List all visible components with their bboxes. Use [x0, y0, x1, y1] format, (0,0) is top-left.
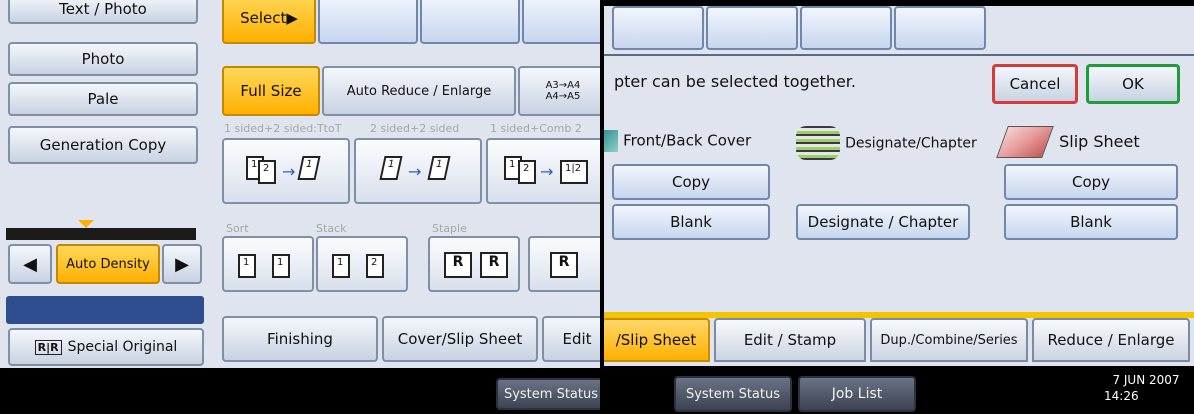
designate-chapter-button[interactable]: Designate / Chapter — [796, 204, 970, 240]
density-scale — [6, 220, 196, 240]
arrow-right-icon: → — [408, 162, 422, 181]
chapter-stack-icon — [796, 126, 840, 160]
combine-doc-icon: 1|2 — [560, 160, 588, 184]
stack-doc-icon: 1 — [332, 254, 350, 278]
single-sided-doc-icon: 2 — [518, 160, 536, 184]
density-darker-button[interactable]: ▶ — [162, 244, 202, 284]
duplex-1to2-button[interactable]: 1 2 → 1 — [222, 138, 350, 204]
stack-label: Stack — [316, 222, 347, 235]
slip-sheet-tab[interactable]: /Slip Sheet — [604, 318, 710, 362]
staple-right-button[interactable]: R — [528, 236, 600, 292]
front-back-cover-blank-button[interactable]: Blank — [612, 204, 770, 240]
instruction-text: pter can be selected together. — [614, 72, 856, 91]
finishing-tab[interactable]: Finishing — [222, 316, 378, 362]
top-tab-blank-1[interactable] — [612, 6, 704, 50]
triangle-right-icon: ▶ — [175, 253, 189, 275]
slip-sheet-blank-button[interactable]: Blank — [1004, 204, 1178, 240]
clock: 7 JUN 2007 14:26 — [1104, 372, 1188, 404]
job-list-button[interactable]: Job List — [798, 376, 916, 412]
sort-doc-icon: 1 — [272, 254, 290, 278]
date-text: 7 JUN 2007 — [1112, 373, 1180, 387]
dup-combine-series-tab[interactable]: Dup./Combine/Series — [870, 318, 1028, 362]
special-original-icon: R|R — [34, 339, 62, 355]
arrow-right-icon: → — [540, 162, 554, 181]
duplex-hint-3: 1 sided+Comb 2 — [490, 122, 582, 135]
front-back-cover-copy-button[interactable]: Copy — [612, 164, 770, 200]
sort-doc-icon: 1 — [238, 254, 256, 278]
blank-bar — [6, 296, 204, 324]
duplex-hint-1: 1 sided+2 sided:TtoT — [224, 122, 342, 135]
blank-top-button-3[interactable] — [522, 0, 600, 44]
density-marker-icon — [78, 220, 94, 228]
density-lighter-button[interactable]: ◀ — [8, 244, 52, 284]
blank-top-button-1[interactable] — [318, 0, 418, 44]
cancel-button[interactable]: Cancel — [992, 64, 1078, 104]
pale-button[interactable]: Pale — [8, 82, 198, 116]
reduce-enlarge-tab[interactable]: Reduce / Enlarge — [1032, 318, 1190, 362]
stack-doc-icon: 2 — [366, 254, 384, 278]
edit-stamp-tab[interactable]: Edit / Stamp — [714, 318, 866, 362]
right-panel: pter can be selected together. Cancel OK… — [604, 0, 1194, 414]
system-status-button[interactable]: System Status — [496, 378, 600, 410]
generation-copy-button[interactable]: Generation Copy — [8, 126, 198, 164]
full-size-button[interactable]: Full Size — [222, 66, 320, 116]
top-tab-blank-4[interactable] — [894, 6, 986, 50]
text-photo-button[interactable]: Text / Photo — [8, 0, 198, 24]
auto-density-button[interactable]: Auto Density — [56, 244, 160, 284]
select-button[interactable]: Select▶ — [222, 0, 316, 44]
slip-sheet-heading: Slip Sheet — [996, 126, 1140, 158]
staple-r-icon: R — [444, 252, 472, 278]
duplex-doc-icon: 1 — [427, 156, 451, 180]
top-tab-blank-3[interactable] — [800, 6, 892, 50]
cover-icon — [604, 130, 618, 152]
system-status-button[interactable]: System Status — [674, 376, 792, 412]
cover-slip-sheet-tab[interactable]: Cover/Slip Sheet — [382, 316, 538, 362]
header-rule — [604, 54, 1194, 56]
ok-button[interactable]: OK — [1086, 64, 1180, 104]
staple-r-icon: R — [550, 252, 578, 278]
slip-sheet-icon — [996, 126, 1054, 158]
staple-button[interactable]: R R — [428, 236, 520, 292]
edit-tab[interactable]: Edit — [542, 316, 600, 362]
sort-label: Sort — [226, 222, 249, 235]
stack-button[interactable]: 1 2 — [316, 236, 408, 292]
arrow-right-icon: → — [282, 162, 296, 181]
triangle-left-icon: ◀ — [23, 253, 37, 275]
duplex-doc-icon: 1 — [297, 156, 321, 180]
special-original-button[interactable]: R|R Special Original — [8, 328, 204, 366]
front-back-cover-heading: Front/Back Cover — [604, 130, 751, 152]
duplex-2to2-button[interactable]: 1 → 1 — [354, 138, 482, 204]
top-tab-blank-2[interactable] — [706, 6, 798, 50]
duplex-doc-icon: 1 — [379, 156, 403, 180]
designate-chapter-heading: Designate/Chapter — [796, 126, 977, 160]
blank-top-button-2[interactable] — [420, 0, 520, 44]
left-panel: Text / Photo Photo Pale Generation Copy … — [0, 0, 600, 414]
paper-size-button[interactable]: A3→A4 A4→A5 — [518, 66, 600, 116]
staple-r-icon: R — [480, 252, 508, 278]
duplex-combine-button[interactable]: 1 2 → 1|2 — [486, 138, 600, 204]
duplex-hint-2: 2 sided+2 sided — [370, 122, 460, 135]
time-text: 14:26 — [1104, 389, 1139, 403]
single-sided-doc-icon: 2 — [258, 160, 276, 184]
auto-reduce-enlarge-button[interactable]: Auto Reduce / Enlarge — [322, 66, 516, 116]
staple-label: Staple — [432, 222, 467, 235]
sort-button[interactable]: 1 1 — [222, 236, 314, 292]
slip-sheet-copy-button[interactable]: Copy — [1004, 164, 1178, 200]
photo-button[interactable]: Photo — [8, 42, 198, 76]
